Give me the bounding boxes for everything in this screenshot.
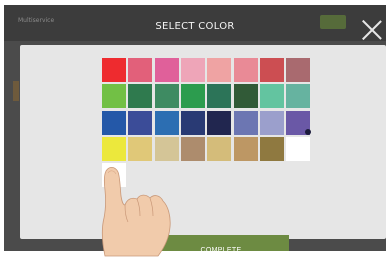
color-swatch[interactable] — [128, 84, 153, 109]
dialog-title: SELECT COLOR — [155, 21, 235, 32]
color-swatch[interactable] — [259, 58, 284, 82]
color-swatch[interactable] — [102, 110, 126, 135]
color-swatch[interactable] — [286, 58, 311, 82]
color-swatch[interactable] — [128, 58, 153, 82]
pointing-hand-icon — [101, 166, 171, 257]
color-swatch[interactable] — [259, 136, 284, 161]
color-swatch[interactable] — [102, 58, 126, 82]
color-swatch[interactable] — [207, 110, 232, 135]
close-icon[interactable] — [361, 19, 383, 41]
color-swatch[interactable] — [180, 58, 205, 82]
background-accent — [13, 81, 19, 101]
color-swatch[interactable] — [233, 58, 258, 82]
color-swatch[interactable] — [128, 110, 153, 135]
color-swatch[interactable] — [207, 84, 232, 109]
color-swatch[interactable] — [180, 110, 205, 135]
color-swatch[interactable] — [286, 84, 311, 109]
color-swatch[interactable] — [154, 136, 179, 161]
color-swatch[interactable] — [259, 110, 284, 135]
color-swatch[interactable] — [207, 136, 232, 161]
color-swatch[interactable] — [154, 58, 179, 82]
color-swatch[interactable] — [102, 84, 126, 109]
color-swatch[interactable] — [154, 110, 179, 135]
color-swatch[interactable] — [233, 84, 258, 109]
app-screen: Multiservice SELECT COLOR COMPLETE — [4, 5, 386, 251]
selected-indicator — [305, 128, 312, 135]
color-swatch[interactable] — [233, 110, 258, 135]
color-swatch[interactable] — [154, 84, 179, 109]
color-swatch[interactable] — [128, 136, 153, 161]
color-picker-panel: COMPLETE — [20, 45, 386, 251]
color-swatch[interactable] — [102, 136, 126, 161]
color-swatch[interactable] — [180, 84, 205, 109]
color-swatch[interactable] — [180, 136, 205, 161]
color-swatch[interactable] — [233, 136, 258, 161]
color-swatch[interactable] — [286, 136, 311, 161]
color-swatch[interactable] — [207, 58, 232, 82]
color-swatch[interactable] — [259, 84, 284, 109]
